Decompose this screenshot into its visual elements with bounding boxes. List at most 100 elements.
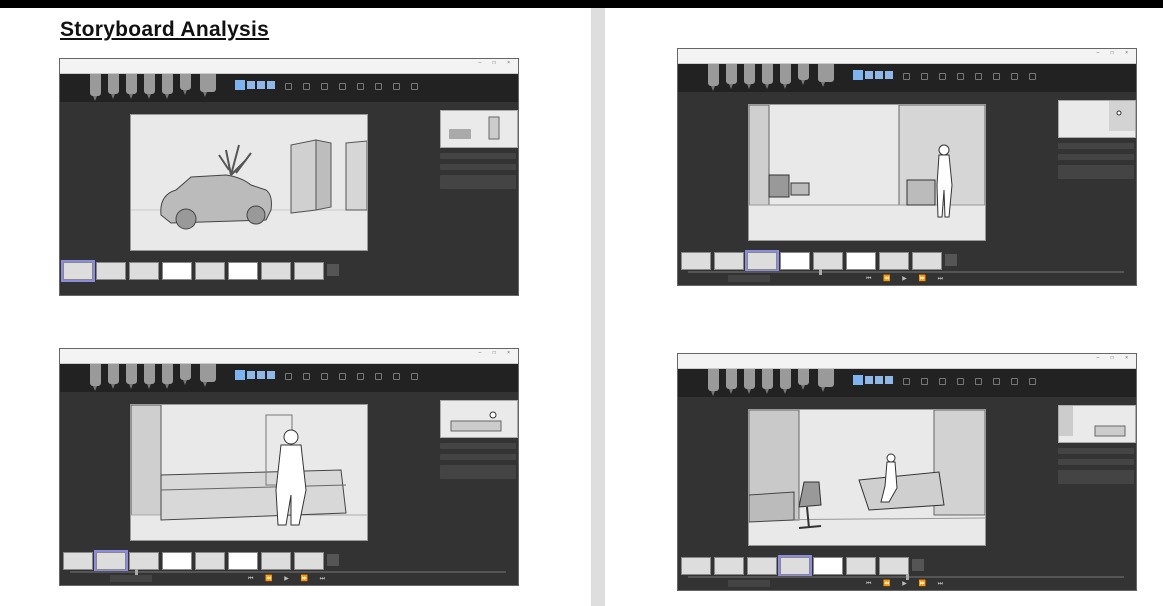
pencil-icon[interactable] bbox=[90, 74, 101, 101]
pencil-icon[interactable] bbox=[180, 364, 191, 385]
redo-icon[interactable] bbox=[957, 378, 964, 385]
tool-icon[interactable] bbox=[393, 373, 400, 380]
tool-icon[interactable] bbox=[303, 373, 310, 380]
redo-icon[interactable] bbox=[339, 83, 346, 90]
frame-thumbnail[interactable] bbox=[228, 262, 258, 280]
notes-field[interactable] bbox=[1058, 165, 1134, 179]
tool-icon[interactable] bbox=[375, 83, 382, 90]
drawing-canvas[interactable] bbox=[130, 114, 368, 251]
text-field[interactable] bbox=[440, 454, 516, 460]
playback-controls[interactable]: ⏮ ⏪ ▶ ⏩ ⏭ bbox=[678, 580, 1136, 588]
frame-thumbnail[interactable] bbox=[813, 557, 843, 575]
frame-thumbnail[interactable] bbox=[195, 552, 225, 570]
shot-thumbnail[interactable] bbox=[440, 110, 518, 148]
tool-icon[interactable] bbox=[1011, 378, 1018, 385]
frame-thumbnail[interactable] bbox=[681, 252, 711, 270]
frame-thumbnail[interactable] bbox=[162, 552, 192, 570]
pencil-icon[interactable] bbox=[126, 74, 137, 99]
frame-thumbnail[interactable] bbox=[879, 252, 909, 270]
pencil-icon[interactable] bbox=[708, 64, 719, 91]
menu-bar[interactable] bbox=[678, 57, 1136, 64]
tool-icon[interactable] bbox=[393, 83, 400, 90]
text-field[interactable] bbox=[440, 153, 516, 159]
text-field[interactable] bbox=[440, 443, 516, 449]
window-controls[interactable]: – □ × bbox=[1097, 354, 1134, 362]
playback-controls[interactable]: ⏮ ⏪ ▶ ⏩ ⏭ bbox=[60, 575, 518, 583]
pencil-icon[interactable] bbox=[144, 364, 155, 389]
tool-icon[interactable] bbox=[357, 83, 364, 90]
color-swatch-icon[interactable] bbox=[247, 371, 255, 379]
undo-icon[interactable] bbox=[321, 373, 328, 380]
pencil-icon[interactable] bbox=[200, 74, 216, 97]
frame-thumbnail[interactable] bbox=[129, 552, 159, 570]
pencil-icon[interactable] bbox=[762, 64, 773, 89]
frame-thumbnail[interactable] bbox=[879, 557, 909, 575]
color-swatch-icon[interactable] bbox=[885, 71, 893, 79]
color-swatch-icon[interactable] bbox=[235, 370, 245, 380]
pencil-icon[interactable] bbox=[762, 369, 773, 394]
color-swatch-icon[interactable] bbox=[885, 376, 893, 384]
color-swatch-icon[interactable] bbox=[865, 376, 873, 384]
window-controls[interactable]: – □ × bbox=[1097, 49, 1134, 57]
tool-icon[interactable] bbox=[921, 73, 928, 80]
pencil-icon[interactable] bbox=[798, 369, 809, 390]
color-swatch-icon[interactable] bbox=[875, 376, 883, 384]
pencil-icon[interactable] bbox=[744, 64, 755, 89]
color-swatch-icon[interactable] bbox=[267, 81, 275, 89]
tool-icon[interactable] bbox=[993, 73, 1000, 80]
frame-thumbnail[interactable] bbox=[745, 250, 779, 272]
frame-thumbnail[interactable] bbox=[681, 557, 711, 575]
color-swatch-icon[interactable] bbox=[875, 71, 883, 79]
color-swatch-icon[interactable] bbox=[267, 371, 275, 379]
pencil-icon[interactable] bbox=[108, 74, 119, 99]
pencil-icon[interactable] bbox=[780, 369, 791, 394]
tool-icon[interactable] bbox=[411, 373, 418, 380]
frame-thumbnail[interactable] bbox=[846, 252, 876, 270]
frame-thumbnail[interactable] bbox=[294, 262, 324, 280]
tool-icon[interactable] bbox=[375, 373, 382, 380]
timeline-scrubber[interactable] bbox=[688, 574, 1124, 580]
pencil-icon[interactable] bbox=[798, 64, 809, 85]
tool-icon[interactable] bbox=[903, 73, 910, 80]
frame-thumbnail[interactable] bbox=[261, 552, 291, 570]
tool-icon[interactable] bbox=[1029, 378, 1036, 385]
frame-thumbnail[interactable] bbox=[778, 555, 812, 577]
pencil-icon[interactable] bbox=[726, 64, 737, 89]
frame-thumbnail[interactable] bbox=[61, 260, 95, 282]
undo-icon[interactable] bbox=[939, 73, 946, 80]
add-frame-button[interactable] bbox=[945, 254, 957, 266]
frame-thumbnail[interactable] bbox=[195, 262, 225, 280]
menu-bar[interactable] bbox=[60, 67, 518, 74]
frame-thumbnail[interactable] bbox=[714, 252, 744, 270]
frame-thumbnail[interactable] bbox=[96, 262, 126, 280]
color-swatch-icon[interactable] bbox=[865, 71, 873, 79]
pencil-icon[interactable] bbox=[162, 364, 173, 389]
window-controls[interactable]: – □ × bbox=[479, 349, 516, 357]
text-field[interactable] bbox=[440, 164, 516, 170]
drawing-canvas[interactable] bbox=[130, 404, 368, 541]
frame-thumbnail[interactable] bbox=[129, 262, 159, 280]
tool-icon[interactable] bbox=[975, 378, 982, 385]
pencil-icon[interactable] bbox=[200, 364, 216, 387]
pencil-icon[interactable] bbox=[162, 74, 173, 99]
tool-icon[interactable] bbox=[993, 378, 1000, 385]
frame-thumbnail[interactable] bbox=[747, 557, 777, 575]
frame-thumbnail[interactable] bbox=[63, 552, 93, 570]
text-field[interactable] bbox=[1058, 448, 1134, 454]
redo-icon[interactable] bbox=[339, 373, 346, 380]
color-swatch-icon[interactable] bbox=[853, 70, 863, 80]
tool-icon[interactable] bbox=[903, 378, 910, 385]
color-swatch-icon[interactable] bbox=[247, 81, 255, 89]
shot-thumbnail[interactable] bbox=[1058, 100, 1136, 138]
tool-icon[interactable] bbox=[1029, 73, 1036, 80]
pencil-icon[interactable] bbox=[90, 364, 101, 391]
pencil-icon[interactable] bbox=[708, 369, 719, 396]
pencil-icon[interactable] bbox=[180, 74, 191, 95]
color-swatch-icon[interactable] bbox=[257, 81, 265, 89]
notes-field[interactable] bbox=[1058, 470, 1134, 484]
redo-icon[interactable] bbox=[957, 73, 964, 80]
frame-thumbnail[interactable] bbox=[228, 552, 258, 570]
notes-field[interactable] bbox=[440, 175, 516, 189]
add-frame-button[interactable] bbox=[327, 264, 339, 276]
shot-thumbnail[interactable] bbox=[440, 400, 518, 438]
